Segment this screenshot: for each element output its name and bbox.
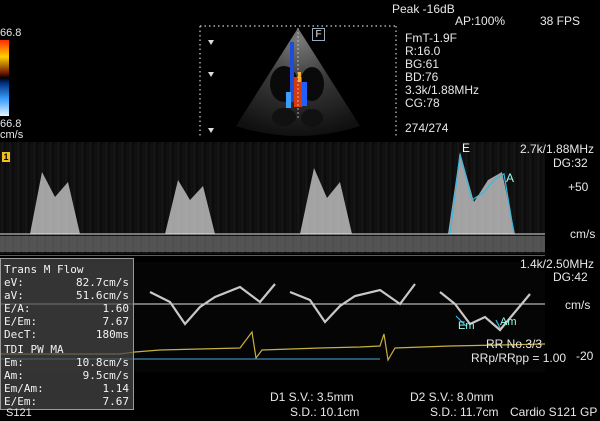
meas-value: 51.6cm/s bbox=[76, 289, 129, 302]
param-bg: BG:61 bbox=[405, 57, 440, 71]
tdi-scale-label: -20 bbox=[576, 349, 594, 363]
tdi-marker-am: Am bbox=[500, 316, 517, 328]
echo-sector-image: F bbox=[198, 22, 398, 140]
d2-sample-depth: S.D.: 11.7cm bbox=[430, 405, 499, 419]
rr-number: RR No.3/3 bbox=[486, 337, 543, 351]
pw-prf: 2.7k/1.88MHz bbox=[520, 142, 595, 156]
meas-label: Em/Am: bbox=[4, 382, 44, 395]
meas-row-em: Em: 10.8cm/s bbox=[4, 356, 129, 369]
meas-label: E/A: bbox=[4, 302, 31, 315]
panel-divider bbox=[0, 255, 545, 256]
param-bd: BD:76 bbox=[405, 70, 439, 84]
meas-value: 7.67 bbox=[102, 315, 130, 328]
pw-doppler-spectrum bbox=[0, 142, 545, 254]
meas-row-emam: Em/Am: 1.14 bbox=[4, 382, 129, 395]
ultrasound-screen: Peak -16dB AP:100% 38 FPS 66.8 66.8 cm/s bbox=[0, 0, 600, 421]
meas-value: 9.5cm/s bbox=[82, 369, 129, 382]
pw-dg: DG:32 bbox=[553, 156, 588, 170]
meas-row-ea: E/A: 1.60 bbox=[4, 302, 129, 315]
param-fmt: FmT-1.9F bbox=[405, 31, 458, 45]
tdi-unit: cm/s bbox=[565, 298, 591, 312]
meas-label: aV: bbox=[4, 289, 24, 302]
frame-rate: 38 FPS bbox=[540, 14, 581, 28]
meas-row-ev: eV: 82.7cm/s bbox=[4, 276, 129, 289]
probe-orientation-marker: F bbox=[312, 28, 325, 41]
measurement-results-panel: Trans M Flow eV: 82.7cm/s aV: 51.6cm/s E/A… bbox=[0, 258, 134, 410]
doppler-gate-tag: 1 bbox=[2, 152, 10, 162]
param-frequency: 3.3k/1.88MHz bbox=[405, 83, 480, 97]
meas-value: 180ms bbox=[95, 328, 129, 341]
meas-value: 82.7cm/s bbox=[76, 276, 129, 289]
param-cg: CG:78 bbox=[405, 96, 440, 110]
pw-marker-a: A bbox=[506, 171, 515, 185]
meas-row-am: Am: 9.5cm/s bbox=[4, 369, 129, 382]
param-range: R:16.0 bbox=[405, 44, 441, 58]
d1-sample-volume: D1 S.V.: 3.5mm bbox=[270, 390, 354, 404]
rr-ratio: RRp/RRpp = 1.00 bbox=[471, 351, 567, 365]
tdi-marker-em: Em bbox=[458, 320, 475, 332]
acoustic-power: AP:100% bbox=[455, 14, 506, 28]
meas-label: DecT: bbox=[4, 328, 38, 341]
d2-sample-volume: D2 S.V.: 8.0mm bbox=[410, 390, 494, 404]
tdi-pw-ma-title: TDI PW MA bbox=[4, 343, 64, 356]
frame-counter: 274/274 bbox=[405, 121, 449, 135]
meas-value: 1.14 bbox=[102, 382, 130, 395]
exam-preset: Cardio S121 GP bbox=[510, 405, 598, 419]
meas-value: 1.60 bbox=[102, 302, 130, 315]
meas-row-dect: DecT: 180ms bbox=[4, 328, 129, 341]
meas-row-av: aV: 51.6cm/s bbox=[4, 289, 129, 302]
tdi-dg: DG:42 bbox=[553, 270, 588, 284]
d1-sample-depth: S.D.: 10.1cm bbox=[290, 405, 360, 419]
meas-label: Em: bbox=[4, 356, 24, 369]
color-velocity-scale bbox=[0, 40, 9, 116]
meas-label: eV: bbox=[4, 276, 24, 289]
meas-label: E/Em: bbox=[4, 315, 38, 328]
pw-unit: cm/s bbox=[570, 227, 596, 241]
pw-scale-label: +50 bbox=[568, 180, 589, 194]
meas-row-eem: E/Em: 7.67 bbox=[4, 315, 129, 328]
probe-name: S121 bbox=[6, 407, 32, 419]
meas-value: 7.67 bbox=[102, 395, 130, 408]
pw-marker-e: E bbox=[462, 141, 471, 155]
trans-mflow-title: Trans M Flow bbox=[4, 263, 84, 276]
meas-value: 10.8cm/s bbox=[76, 356, 129, 369]
colorbar-unit: cm/s bbox=[0, 129, 24, 141]
colorbar-top-value: 66.8 bbox=[0, 27, 22, 39]
power-readout: Peak -16dB bbox=[392, 2, 455, 16]
meas-label: Am: bbox=[4, 369, 24, 382]
tdi-prf: 1.4k/2.50MHz bbox=[520, 257, 595, 271]
